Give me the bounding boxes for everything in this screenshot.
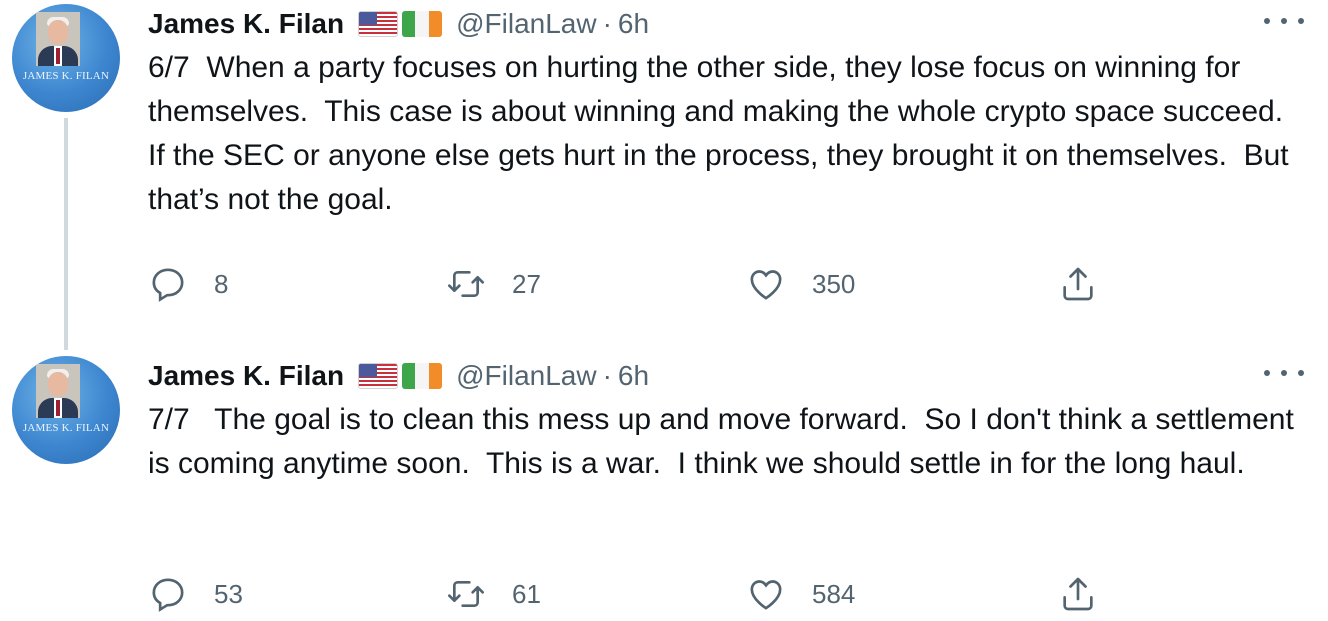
tweet-text: 7/7 The goal is to clean this mess up an… xyxy=(148,403,1303,480)
avatar-caption: JAMES K. FILAN xyxy=(22,70,110,82)
like-button[interactable]: 584 xyxy=(746,572,855,616)
avatar[interactable]: JAMES K. FILAN xyxy=(12,4,120,112)
retweet-button[interactable]: 27 xyxy=(446,262,541,306)
author-flags xyxy=(358,363,443,389)
avatar-caption: JAMES K. FILAN xyxy=(22,422,110,434)
heart-icon xyxy=(750,580,782,610)
header-separator: · xyxy=(602,8,612,39)
tweet-actions: 8 27 350 xyxy=(148,262,1148,306)
share-button[interactable] xyxy=(1058,572,1098,616)
tweet-thread: JAMES K. FILAN James K. Filan @FilanLaw … xyxy=(0,0,1328,621)
author-handle[interactable]: @FilanLaw xyxy=(456,8,596,40)
reply-button[interactable]: 8 xyxy=(148,262,228,306)
more-dot-icon xyxy=(1281,18,1287,24)
more-dot-icon xyxy=(1264,370,1270,376)
tweet-timestamp[interactable]: 6h xyxy=(618,360,649,392)
author-flags xyxy=(358,11,443,37)
tweet-timestamp[interactable]: 6h xyxy=(618,8,649,40)
more-options-button[interactable] xyxy=(1264,362,1304,384)
thread-connector-line xyxy=(64,118,68,350)
more-dot-icon xyxy=(1264,18,1270,24)
more-options-button[interactable] xyxy=(1264,10,1304,32)
avatar[interactable]: JAMES K. FILAN xyxy=(12,356,120,464)
more-dot-icon xyxy=(1298,370,1304,376)
us-flag-icon xyxy=(358,11,399,37)
share-icon xyxy=(1063,577,1093,611)
reply-icon xyxy=(152,578,184,612)
us-flag-icon xyxy=(358,363,399,389)
author-name[interactable]: James K. Filan xyxy=(148,8,344,40)
heart-icon xyxy=(750,270,782,300)
tweet-content: James K. Filan @FilanLaw · 6h 7/7 The go… xyxy=(148,356,1308,612)
share-icon xyxy=(1063,267,1093,301)
tweet-header: James K. Filan @FilanLaw · 6h xyxy=(148,356,1308,396)
reply-count: 8 xyxy=(214,268,229,299)
retweet-icon xyxy=(448,581,484,607)
reply-count: 53 xyxy=(214,578,243,609)
tweet-header: James K. Filan @FilanLaw · 6h xyxy=(148,4,1308,44)
more-dot-icon xyxy=(1281,370,1287,376)
tweet[interactable]: JAMES K. FILAN James K. Filan @FilanLaw … xyxy=(0,0,1328,350)
tweet-content: James K. Filan @FilanLaw · 6h 6/7 When a… xyxy=(148,4,1308,302)
tweet-text: 6/7 When a party focuses on hurting the … xyxy=(148,51,1300,216)
header-separator: · xyxy=(602,360,612,391)
reply-button[interactable]: 53 xyxy=(148,572,243,616)
avatar-portrait xyxy=(36,364,80,418)
tweet[interactable]: JAMES K. FILAN James K. Filan @FilanLaw … xyxy=(0,352,1328,621)
reply-icon xyxy=(152,268,184,302)
like-button[interactable]: 350 xyxy=(746,262,855,306)
more-dot-icon xyxy=(1298,18,1304,24)
ireland-flag-icon xyxy=(402,11,443,37)
author-handle[interactable]: @FilanLaw xyxy=(456,360,596,392)
share-button[interactable] xyxy=(1058,262,1098,306)
avatar-portrait xyxy=(36,12,80,66)
retweet-button[interactable]: 61 xyxy=(446,572,541,616)
tweet-actions: 53 61 584 xyxy=(148,572,1148,616)
ireland-flag-icon xyxy=(402,363,443,389)
like-count: 350 xyxy=(812,268,856,299)
like-count: 584 xyxy=(812,578,856,609)
author-name[interactable]: James K. Filan xyxy=(148,360,344,392)
retweet-count: 61 xyxy=(512,578,541,609)
retweet-count: 27 xyxy=(512,268,541,299)
retweet-icon xyxy=(448,271,484,297)
